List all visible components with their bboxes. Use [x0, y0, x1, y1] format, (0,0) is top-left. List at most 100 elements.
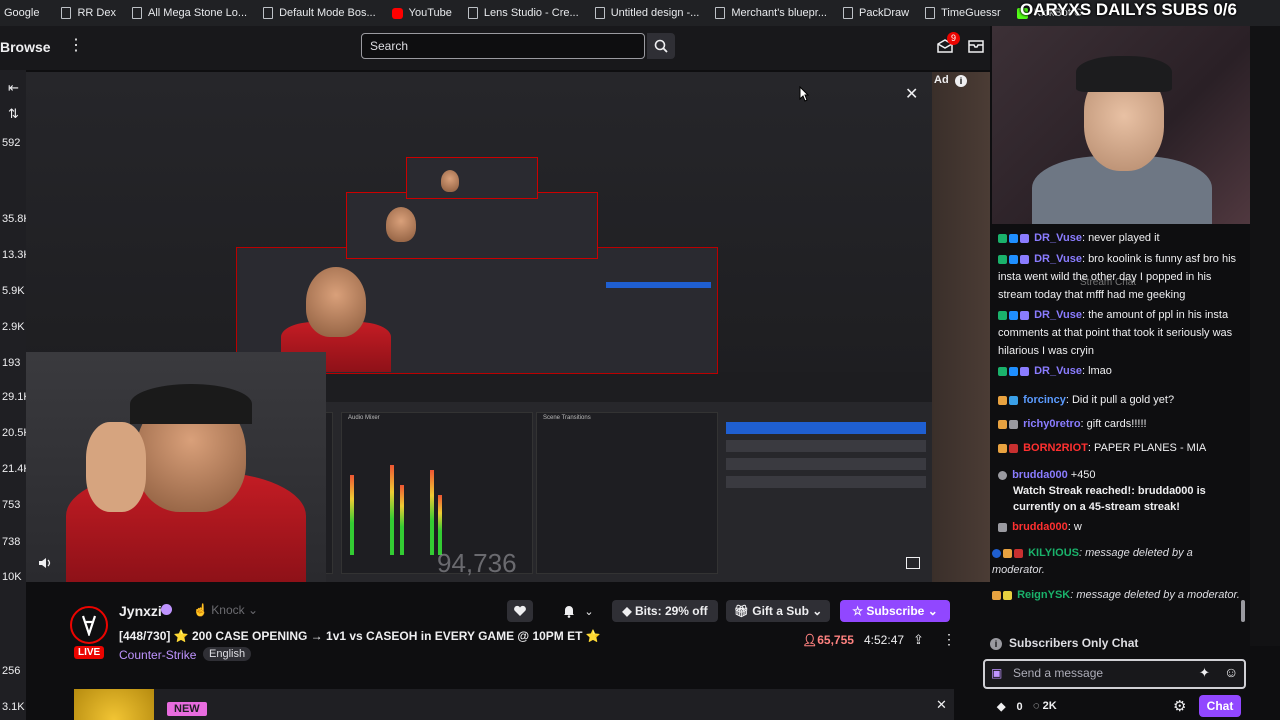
- chat-username[interactable]: forcincy: [1023, 394, 1066, 406]
- stream-uptime: 4:52:47: [864, 633, 905, 647]
- bits-cheer-icon[interactable]: ✦: [1199, 665, 1210, 681]
- subscribers-only-notice: Subscribers Only Chat: [1009, 636, 1139, 650]
- sidebar-viewer-count[interactable]: 2.9K: [0, 321, 28, 333]
- right-edge: [1250, 26, 1280, 646]
- bookmark-google[interactable]: Google: [0, 7, 49, 19]
- search-input[interactable]: Search: [361, 33, 645, 59]
- ad-info-icon[interactable]: i: [955, 75, 967, 87]
- sidebar-viewer-count[interactable]: 29.1K: [0, 391, 31, 403]
- video-player[interactable]: Scenes Audio Mixer Scene Transitions 94,…: [26, 72, 932, 582]
- sidebar-viewer-count[interactable]: 5.9K: [0, 285, 28, 297]
- bookmark-lens-studio[interactable]: Lens Studio - Cre...: [467, 7, 589, 19]
- browse-link[interactable]: Browse: [0, 39, 51, 55]
- chat-username[interactable]: ReignYSK: [1017, 589, 1070, 601]
- coin-image: [74, 689, 154, 720]
- chat-username[interactable]: richy0retro: [1023, 418, 1080, 430]
- bookmark-timeguessr[interactable]: TimeGuessr: [925, 7, 1011, 19]
- bookmark-youtube[interactable]: YouTube: [391, 7, 462, 19]
- avatar[interactable]: [70, 606, 108, 644]
- obs-stop-button-mini: [606, 282, 711, 288]
- subscribe-button[interactable]: ☆ Subscribe ⌄: [840, 600, 950, 622]
- live-badge: LIVE: [74, 646, 105, 659]
- bookmark-packdraw[interactable]: PackDraw: [843, 7, 919, 19]
- collapse-sidebar-icon[interactable]: ⇤: [8, 80, 19, 96]
- notification-count-badge: 9: [947, 32, 960, 45]
- chat-send-button[interactable]: Chat: [1199, 695, 1241, 717]
- page-icon: [263, 7, 274, 19]
- notification-bell-button[interactable]: ⌄: [556, 600, 600, 622]
- knock-button[interactable]: ☝ Knock ⌄: [193, 603, 258, 617]
- audio-meter: [350, 475, 354, 555]
- emote-icon[interactable]: ☺: [1224, 664, 1238, 680]
- share-icon[interactable]: ⇪: [913, 632, 924, 648]
- sidebar-viewer-count[interactable]: 193: [0, 357, 28, 369]
- chat-badges: [992, 587, 1014, 604]
- audio-meter: [390, 465, 394, 555]
- channel-points[interactable]: ◌ 2K: [1033, 700, 1057, 712]
- scene-transitions-dock: Scene Transitions: [536, 412, 718, 574]
- sort-icon[interactable]: ⇅: [8, 106, 19, 122]
- chat-username[interactable]: brudda000: [1012, 521, 1068, 533]
- bookmark-merchants-blueprint[interactable]: Merchant's bluepr...: [715, 7, 837, 19]
- chat-badge-icon[interactable]: ▣: [991, 666, 1002, 680]
- sub-goal-overlay: OARYXS DAILYS SUBS 0/6: [1020, 0, 1237, 19]
- sidebar-viewer-count[interactable]: 256: [0, 665, 28, 677]
- chat-username[interactable]: DR_Vuse: [1034, 232, 1082, 244]
- sidebar-viewer-count[interactable]: 21.4K: [0, 463, 31, 475]
- chat-message: richy0retro: gift cards!!!!!: [998, 415, 1248, 433]
- person-icon: 👤︎: [802, 633, 818, 647]
- heart-icon: [514, 605, 526, 616]
- bookmark-default-mode[interactable]: Default Mode Bos...: [263, 7, 386, 19]
- gift-sub-button[interactable]: 🎁︎ Gift a Sub ⌄: [726, 600, 830, 622]
- sidebar-viewer-count[interactable]: 10K: [0, 571, 28, 583]
- stream-title: [448/730] ⭐ 200 CASE OPENING → 1v1 vs CA…: [119, 629, 601, 643]
- sidebar-viewer-count[interactable]: 3.1K: [0, 701, 28, 713]
- obs-preview: [26, 72, 932, 374]
- chat-username[interactable]: brudda000: [1012, 469, 1068, 481]
- bits-balance[interactable]: ◆ 0: [997, 700, 1023, 713]
- chat-username[interactable]: BORN2RIOT: [1023, 442, 1088, 454]
- chat-username[interactable]: DR_Vuse: [1034, 253, 1082, 265]
- sidebar-viewer-count[interactable]: 13.3K: [0, 249, 31, 261]
- bookmark-untitled-design[interactable]: Untitled design -...: [594, 7, 710, 19]
- channel-name[interactable]: Jynxzi: [119, 603, 162, 619]
- bits-button[interactable]: ◆ Bits: 29% off: [612, 600, 718, 622]
- chat-username[interactable]: DR_Vuse: [1034, 365, 1082, 377]
- more-options-icon[interactable]: ⋮: [942, 631, 956, 648]
- jynxzi-logo-icon: [81, 615, 97, 636]
- sidebar-viewer-count[interactable]: 738: [0, 536, 28, 548]
- search-icon: [654, 39, 668, 53]
- follow-button[interactable]: [507, 600, 533, 622]
- page-icon: [715, 7, 726, 19]
- bookmark-mega-stone[interactable]: All Mega Stone Lo...: [132, 7, 257, 19]
- chat-username[interactable]: KILYIOUS: [1028, 547, 1079, 559]
- sidebar-viewer-count[interactable]: 753: [0, 499, 28, 511]
- bookmark-rr-dex[interactable]: RR Dex: [61, 7, 126, 19]
- sidebar-viewer-count[interactable]: 35.8K: [0, 213, 31, 225]
- video-watermark-count: 94,736: [437, 548, 517, 578]
- game-link[interactable]: Counter-Strike: [119, 648, 196, 662]
- volume-icon[interactable]: [38, 557, 52, 569]
- streamer-webcam: [26, 352, 326, 582]
- info-icon: i: [990, 638, 1002, 650]
- chat-badges: [998, 229, 1031, 247]
- page-icon: [843, 7, 853, 19]
- search-button[interactable]: [647, 33, 675, 59]
- headset: [130, 384, 252, 424]
- inbox-icon[interactable]: [968, 40, 984, 53]
- theatre-mode-icon[interactable]: [906, 557, 920, 569]
- audio-meter: [400, 485, 404, 555]
- chat-username[interactable]: DR_Vuse: [1034, 309, 1082, 321]
- top-nav: Browse ⋮ Search 9: [0, 26, 990, 70]
- streamer-face: [386, 207, 416, 242]
- audio-meter: [430, 470, 434, 555]
- left-sidebar: ⇤ ⇅ 592 35.8K 13.3K 5.9K 2.9K 193 29.1K …: [0, 70, 31, 720]
- more-menu-icon[interactable]: ⋮: [68, 38, 84, 56]
- banner-close-icon[interactable]: ✕: [936, 697, 947, 713]
- language-tag[interactable]: English: [203, 647, 252, 661]
- gear-icon[interactable]: ⚙: [1173, 697, 1186, 715]
- close-icon[interactable]: ✕: [905, 84, 918, 104]
- sidebar-viewer-count[interactable]: 20.5K: [0, 427, 31, 439]
- chat-scrollbar[interactable]: [1241, 600, 1245, 622]
- sidebar-viewer-count[interactable]: 592: [0, 137, 28, 149]
